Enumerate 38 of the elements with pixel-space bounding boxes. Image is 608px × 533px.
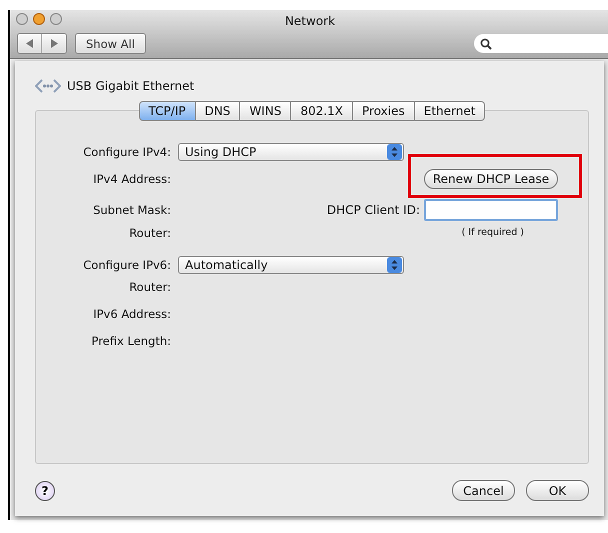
tab[interactable]: WINS (240, 101, 292, 121)
field-label: IPv6 Address: (92, 306, 171, 320)
forward-button[interactable] (42, 34, 66, 53)
tab[interactable]: TCP/IP (138, 101, 196, 121)
show-all-button[interactable]: Show All (75, 33, 146, 54)
window-title: Network (284, 14, 336, 28)
left-arrow-icon (26, 39, 34, 48)
tab[interactable]: Proxies (353, 101, 415, 121)
configure-ipv6-popup[interactable]: Automatically (178, 256, 404, 274)
close-icon[interactable] (16, 13, 28, 25)
tab[interactable]: DNS (196, 101, 240, 121)
ethernet-icon (35, 77, 61, 95)
renew-dhcp-lease-button[interactable]: Renew DHCP Lease (424, 168, 558, 188)
interface-name: USB Gigabit Ethernet (67, 79, 194, 93)
minimize-icon[interactable] (33, 13, 45, 25)
cancel-button[interactable]: Cancel (452, 480, 515, 501)
right-arrow-icon (50, 39, 58, 48)
zoom-icon[interactable] (50, 13, 62, 25)
field-label: Subnet Mask: (92, 202, 171, 216)
tab[interactable]: Ethernet (414, 101, 486, 121)
field-label: IPv4 Address: (92, 172, 171, 186)
stepper-icon (387, 256, 402, 272)
hint-text: ( If required ) (462, 227, 524, 238)
field-label: DHCP Client ID: (326, 202, 420, 216)
tab[interactable]: 802.1X (291, 101, 354, 121)
configure-ipv4-popup[interactable]: Using DHCP (178, 142, 404, 160)
field-label: Router: (128, 226, 171, 240)
field-label: Configure IPv4: (82, 144, 171, 158)
dhcp-client-id-field[interactable] (424, 198, 558, 220)
field-label: Router: (128, 280, 171, 294)
back-button[interactable] (18, 34, 42, 53)
help-button[interactable]: ? (35, 480, 55, 500)
field-label: Prefix Length: (90, 334, 171, 348)
ok-button[interactable]: OK (526, 480, 589, 501)
search-field[interactable] (474, 34, 608, 53)
search-icon (480, 38, 492, 50)
field-label: Configure IPv6: (82, 258, 171, 272)
stepper-icon (387, 144, 402, 160)
